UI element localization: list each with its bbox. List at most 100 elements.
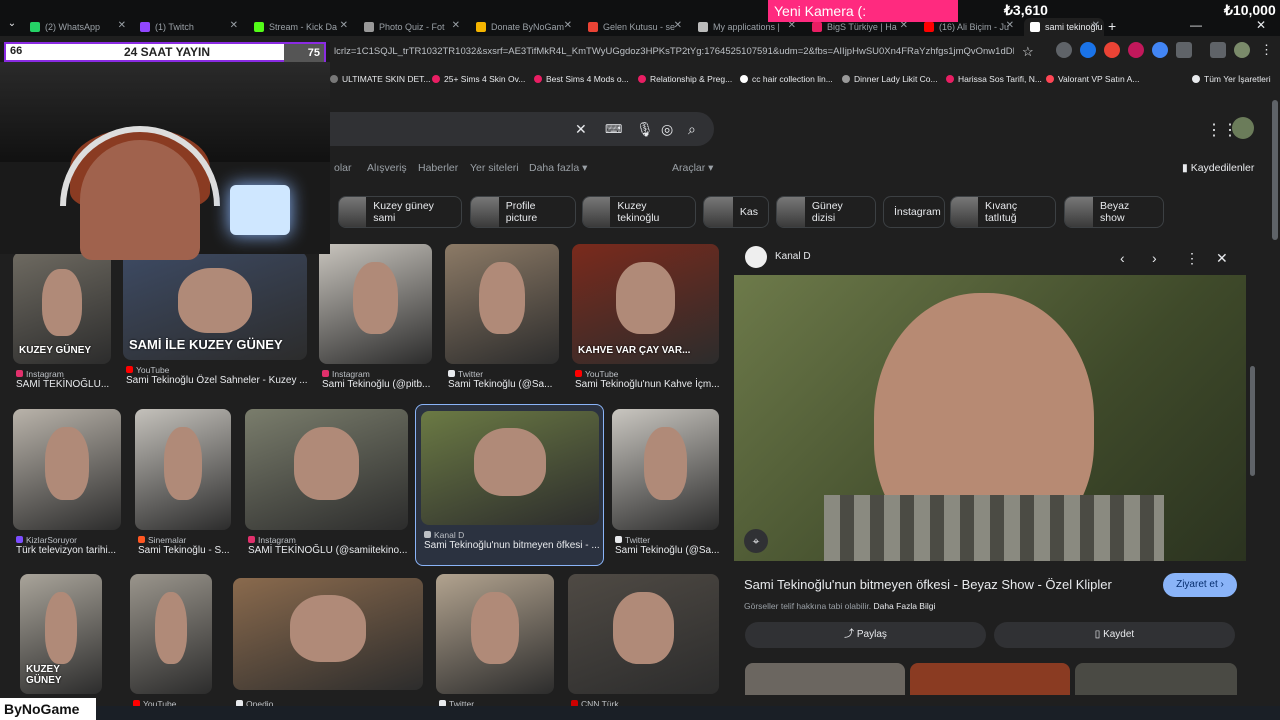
lens-icon[interactable]: ◎: [661, 121, 673, 138]
share-button[interactable]: ⤴ Paylaş: [745, 622, 986, 648]
profile-avatar-icon[interactable]: [1234, 42, 1250, 58]
tab-10[interactable]: sami tekinoğlu - G✕: [1024, 18, 1104, 36]
image-result[interactable]: KUZEY GÜNEY: [13, 252, 111, 364]
bookmark-item[interactable]: 25+ Sims 4 Skin Ov...: [432, 74, 525, 84]
close-tab-icon[interactable]: ✕: [1092, 20, 1100, 31]
next-icon[interactable]: ›: [1152, 250, 1157, 266]
search-icon[interactable]: ⌕: [688, 121, 696, 138]
bookmark-item[interactable]: Valorant VP Satın A...: [1046, 74, 1139, 84]
close-tab-icon[interactable]: ✕: [118, 20, 126, 31]
related-chip[interactable]: Beyaz show: [1064, 196, 1164, 228]
bookmark-item[interactable]: Harissa Sos Tarifi, N...: [946, 74, 1042, 84]
bookmark-item[interactable]: Tüm Yer İşaretleri: [1192, 74, 1271, 84]
nav-item[interactable]: Daha fazla ▾: [529, 162, 587, 174]
tab-search-button[interactable]: ⌄: [4, 18, 20, 34]
preview-title[interactable]: Sami Tekinoğlu'nun bitmeyen öfkesi - Bey…: [744, 577, 1112, 592]
clear-search-icon[interactable]: ✕: [575, 121, 587, 138]
url-field[interactable]: lcrlz=1C1SQJL_trTR1032TR1032&sxsrf=AE3Ti…: [334, 46, 1014, 57]
close-window-icon[interactable]: ✕: [1256, 18, 1266, 32]
close-tab-icon[interactable]: ✕: [452, 20, 460, 31]
image-result[interactable]: KUZEY GÜNEY: [20, 574, 102, 694]
close-tab-icon[interactable]: ✕: [340, 20, 348, 31]
close-tab-icon[interactable]: ✕: [230, 20, 238, 31]
tab-4[interactable]: Photo Quiz - Fot ✕: [358, 18, 464, 36]
previous-icon[interactable]: ‹: [1120, 250, 1125, 266]
image-result[interactable]: [319, 244, 432, 364]
related-chip[interactable]: Kıvanç tatlıtuğ: [950, 196, 1056, 228]
image-result[interactable]: SAMİ İLE KUZEY GÜNEY: [123, 252, 307, 360]
image-result[interactable]: [233, 578, 423, 690]
image-result[interactable]: [130, 574, 212, 694]
bookmark-item[interactable]: cc hair collection lin...: [740, 74, 833, 84]
nav-item[interactable]: olar: [334, 162, 352, 174]
saved-link[interactable]: ▮ Kaydedilenler: [1182, 162, 1254, 174]
media-control-icon[interactable]: [1210, 42, 1226, 58]
visit-button[interactable]: Ziyaret et ›: [1163, 573, 1237, 597]
new-tab-button[interactable]: +: [1108, 18, 1116, 34]
related-image[interactable]: [745, 663, 905, 695]
image-result[interactable]: [436, 574, 554, 694]
image-result[interactable]: [612, 409, 719, 530]
result-caption[interactable]: Twitter Sami Tekinoğlu (@Sa...: [615, 535, 732, 556]
tab-3[interactable]: Stream - Kick Da ✕: [248, 18, 352, 36]
close-tab-icon[interactable]: ✕: [1006, 20, 1014, 31]
related-chip[interactable]: Kuzey tekinoğlu: [582, 196, 696, 228]
extension-pink-icon[interactable]: [1128, 42, 1144, 58]
extension-blue-icon[interactable]: [1080, 42, 1096, 58]
image-result[interactable]: [445, 244, 559, 364]
extension-download-icon[interactable]: [1152, 42, 1168, 58]
save-button[interactable]: ▯ Kaydet: [994, 622, 1235, 648]
related-chip[interactable]: İnstagram: [883, 196, 945, 228]
page-scrollbar[interactable]: [1272, 100, 1278, 240]
result-caption[interactable]: YouTube Sami Tekinoğlu'nun Kahve İçm...: [575, 369, 732, 390]
related-chip[interactable]: Güney dizisi: [776, 196, 876, 228]
related-chip[interactable]: Kas: [703, 196, 769, 228]
image-result[interactable]: [135, 409, 231, 530]
result-caption[interactable]: KizlarSoruyor Türk televizyon tarihi...: [16, 535, 134, 556]
tab-2[interactable]: (1) Twitch ✕: [134, 18, 242, 36]
minimize-icon[interactable]: —: [1190, 18, 1202, 32]
related-chip[interactable]: Profile picture: [470, 196, 576, 228]
close-preview-icon[interactable]: ✕: [1216, 250, 1228, 267]
bookmark-item[interactable]: Best Sims 4 Mods o...: [534, 74, 629, 84]
tab-1[interactable]: (2) WhatsApp ✕: [24, 18, 130, 36]
result-caption[interactable]: Kanal D Sami Tekinoğlu'nun bitmeyen öfkes…: [424, 530, 612, 551]
extension-red-icon[interactable]: [1104, 42, 1120, 58]
extension-shield-icon[interactable]: [1056, 42, 1072, 58]
close-tab-icon[interactable]: ✕: [674, 20, 682, 31]
result-caption[interactable]: YouTube Sami Tekinoğlu Özel Sahneler - Ku…: [126, 365, 320, 386]
result-caption[interactable]: Twitter Sami Tekinoğlu (@Sa...: [448, 369, 572, 390]
related-image[interactable]: [910, 663, 1070, 695]
menu-kebab-icon[interactable]: ⋮: [1260, 42, 1273, 58]
result-caption[interactable]: Instagram Sami Tekinoğlu (@pitb...: [322, 369, 445, 390]
more-options-icon[interactable]: ⋮: [1185, 250, 1199, 267]
image-result[interactable]: KAHVE VAR ÇAY VAR...: [572, 244, 719, 364]
result-caption[interactable]: Instagram SAMİ TEKİNOĞLU...: [16, 369, 124, 390]
keyboard-icon[interactable]: ⌨: [605, 122, 622, 136]
visual-search-icon[interactable]: ⌖: [744, 529, 768, 553]
nav-item[interactable]: Haberler: [418, 162, 458, 174]
bookmark-item[interactable]: ULTIMATE SKIN DET...: [330, 74, 430, 84]
close-tab-icon[interactable]: ✕: [564, 20, 572, 31]
nav-item[interactable]: Yer siteleri: [470, 162, 519, 174]
preview-image[interactable]: [734, 275, 1246, 561]
image-result[interactable]: [421, 411, 599, 525]
related-chip[interactable]: Kuzey güney sami: [338, 196, 462, 228]
tab-5[interactable]: Donate ByNoGam ✕: [470, 18, 576, 36]
bookmark-item[interactable]: Dinner Lady Likit Co...: [842, 74, 938, 84]
nav-item[interactable]: Alışveriş: [367, 162, 407, 174]
more-info-link[interactable]: Daha Fazla Bilgi: [873, 601, 935, 611]
panel-scrollbar[interactable]: [1250, 366, 1255, 476]
image-result[interactable]: [568, 574, 719, 694]
image-result[interactable]: [245, 409, 408, 530]
preview-source[interactable]: Kanal D: [775, 251, 811, 262]
result-caption[interactable]: Sinemalar Sami Tekinoğlu - S...: [138, 535, 244, 556]
tab-6[interactable]: Gelen Kutusu - se ✕: [582, 18, 686, 36]
bookmark-item[interactable]: Relationship & Preg...: [638, 74, 732, 84]
image-result[interactable]: [13, 409, 121, 530]
nav-item[interactable]: Araçlar ▾: [672, 162, 713, 174]
star-icon[interactable]: ☆: [1022, 44, 1034, 60]
microphone-icon[interactable]: 🎙: [636, 121, 654, 138]
result-caption[interactable]: Instagram SAMİ TEKİNOĞLU (@samiitekino...: [248, 535, 421, 556]
extensions-puzzle-icon[interactable]: [1176, 42, 1192, 58]
